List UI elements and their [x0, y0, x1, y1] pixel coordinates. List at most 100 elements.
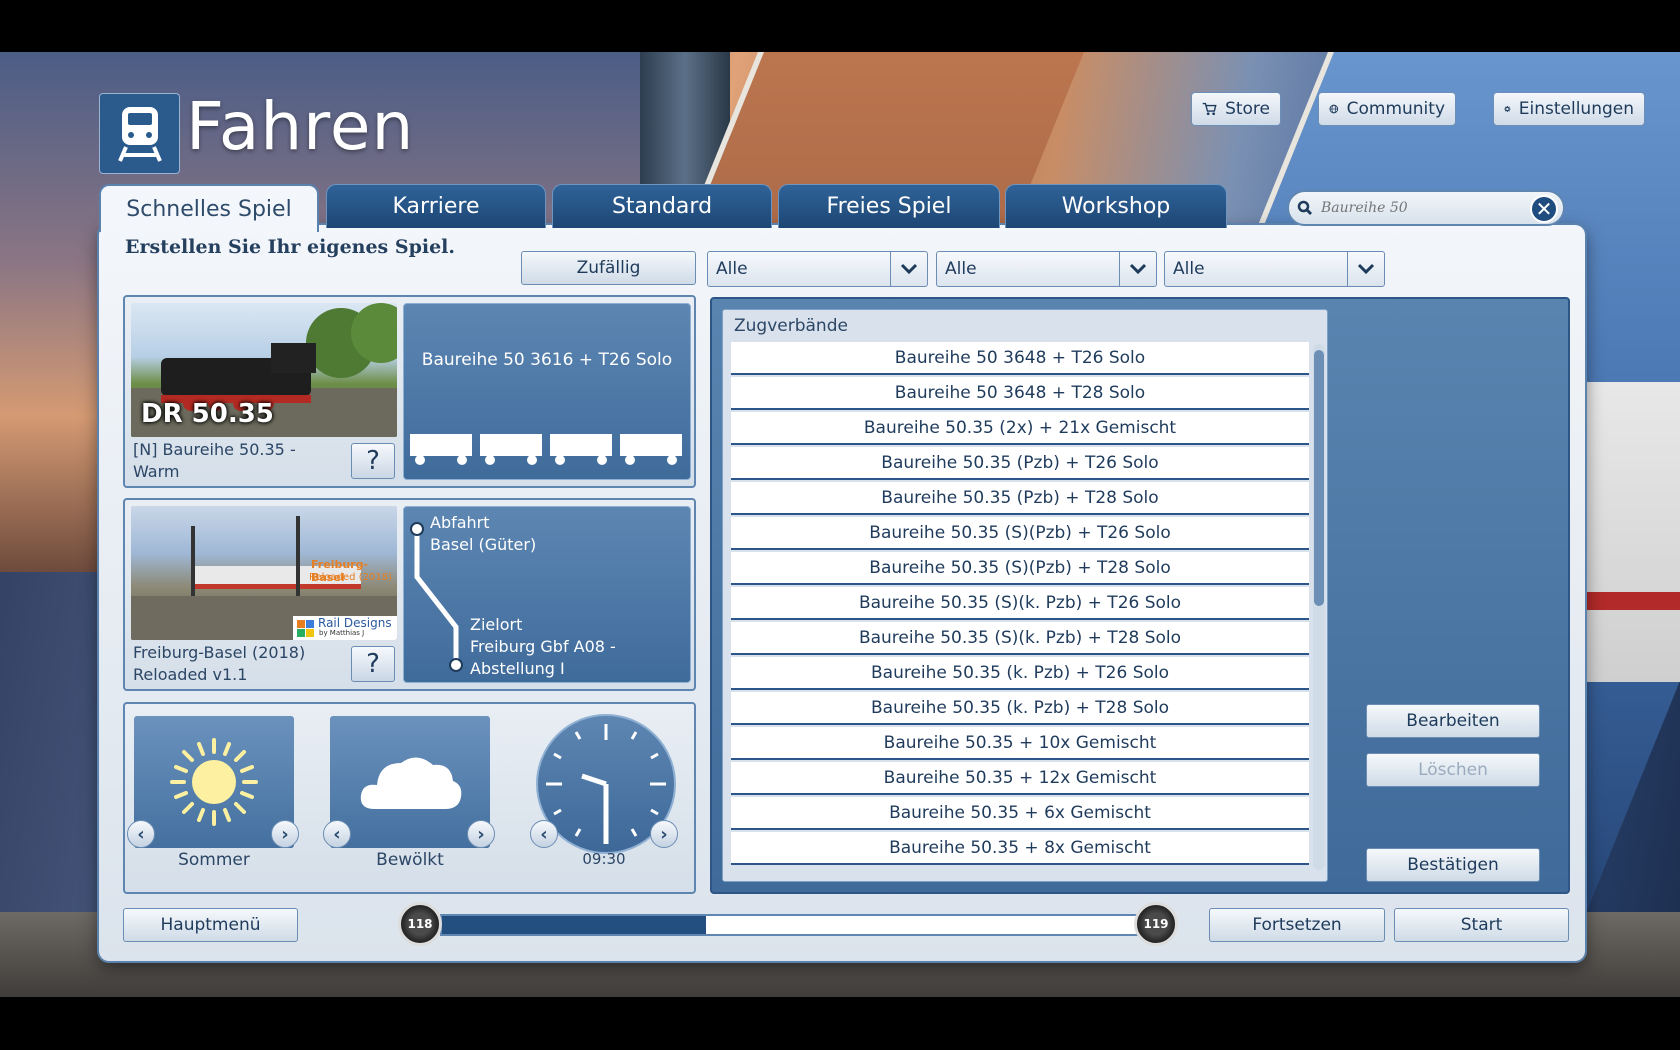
consist-list-item[interactable]: Baureihe 50.35 (S)(k. Pzb) + T28 Solo — [731, 622, 1309, 655]
tab-quick-game[interactable]: Schnelles Spiel — [99, 184, 319, 232]
store-label: Store — [1225, 99, 1270, 119]
level-progress-fill — [442, 916, 707, 934]
season-label: Sommer — [178, 850, 250, 870]
scrollbar-thumb[interactable] — [1314, 350, 1324, 606]
locomotive-card: DR 50.35 [N] Baureihe 50.35 - Warm ? Bau… — [123, 295, 696, 488]
time-next-button[interactable]: › — [650, 820, 678, 848]
start-button[interactable]: Start — [1394, 908, 1569, 942]
weather-label: Bewölkt — [376, 850, 444, 870]
edit-button[interactable]: Bearbeiten — [1366, 704, 1540, 738]
consist-list-item[interactable]: Baureihe 50.35 (S)(Pzb) + T26 Solo — [731, 517, 1309, 550]
filter-select-3[interactable]: Alle — [1164, 251, 1385, 287]
locomotive-thumbnail[interactable]: DR 50.35 — [131, 303, 397, 437]
consist-list-item[interactable]: Baureihe 50 3648 + T28 Solo — [731, 377, 1309, 410]
time-label: 09:30 — [582, 850, 626, 868]
page-title: Fahren — [186, 88, 415, 165]
route-label: Freiburg-Basel (2018) Reloaded v1.1 — [133, 642, 305, 686]
consist-list-item[interactable]: Baureihe 50.35 (S)(k. Pzb) + T26 Solo — [731, 587, 1309, 620]
tab-career[interactable]: Karriere — [326, 184, 546, 228]
tab-standard[interactable]: Standard — [552, 184, 772, 228]
consist-list-item[interactable]: Baureihe 50.35 (Pzb) + T28 Solo — [731, 482, 1309, 515]
consist-preview-label: Baureihe 50 3616 + T26 Solo — [421, 350, 673, 370]
clear-search-icon[interactable]: ✕ — [1530, 195, 1558, 223]
consist-list-item[interactable]: Baureihe 50.35 (k. Pzb) + T26 Solo — [731, 657, 1309, 690]
environment-card: ‹ › Sommer ‹ › Bewölkt ‹ › 09:30 — [123, 702, 696, 894]
weather-prev-button[interactable]: ‹ — [323, 820, 351, 848]
chevron-down-icon — [890, 252, 927, 286]
sun-icon — [170, 738, 258, 826]
locomotive-label-line1: [N] Baureihe 50.35 - — [133, 440, 296, 459]
consist-area: Zugverbände Baureihe 50 3648 + T26 Solo B… — [710, 297, 1570, 894]
weather-next-button[interactable]: › — [467, 820, 495, 848]
season-next-button[interactable]: › — [271, 820, 299, 848]
route-label-line1: Freiburg-Basel (2018) — [133, 643, 306, 662]
globe-icon — [1329, 104, 1339, 114]
route-help-button[interactable]: ? — [351, 646, 395, 682]
rail-designs-brand: Rail Designs — [318, 616, 392, 630]
route-path-preview: Abfahrt Basel (Güter) Zielort Freiburg G… — [403, 506, 691, 683]
filter-select-1[interactable]: Alle — [707, 251, 928, 287]
delete-button[interactable]: Löschen — [1366, 753, 1540, 787]
time-prev-button[interactable]: ‹ — [530, 820, 558, 848]
route-line-icon — [410, 522, 463, 672]
consist-list-box: Zugverbände Baureihe 50 3648 + T26 Solo B… — [722, 309, 1328, 882]
settings-button[interactable]: Einstellungen — [1493, 92, 1645, 126]
community-label: Community — [1346, 99, 1445, 119]
consist-list-item[interactable]: Baureihe 50.35 + 10x Gemischt — [731, 727, 1309, 760]
community-button[interactable]: Community — [1318, 92, 1456, 126]
consist-preview: Baureihe 50 3616 + T26 Solo — [403, 303, 691, 480]
main-menu-button[interactable]: Hauptmenü — [123, 908, 298, 942]
destination-place-line1: Freiburg Gbf A08 - — [470, 637, 616, 656]
locomotive-help-button[interactable]: ? — [351, 443, 395, 479]
rail-designs-sub: by Matthias J — [319, 629, 365, 637]
consist-list: Baureihe 50 3648 + T26 Solo Baureihe 50 3… — [731, 342, 1309, 872]
destination-label: Zielort — [470, 615, 523, 634]
wagons-icon — [410, 434, 682, 465]
search-box: ✕ — [1287, 190, 1565, 226]
continue-button[interactable]: Fortsetzen — [1209, 908, 1385, 942]
store-button[interactable]: Store — [1191, 92, 1281, 126]
consist-list-item[interactable]: Baureihe 50.35 (2x) + 21x Gemischt — [731, 412, 1309, 445]
filter-select-3-value: Alle — [1173, 259, 1205, 279]
consist-list-title: Zugverbände — [734, 316, 848, 336]
level-next-badge: 119 — [1134, 902, 1178, 946]
level-progress-bar — [440, 914, 1158, 936]
filter-select-2[interactable]: Alle — [936, 251, 1157, 287]
route-thumbnail[interactable]: Freiburg-Basel Reloaded (2018) Rail Desi… — [131, 506, 397, 640]
season-tile[interactable] — [134, 716, 294, 848]
route-card: Freiburg-Basel Reloaded (2018) Rail Desi… — [123, 498, 696, 691]
consist-list-item[interactable]: Baureihe 50.35 + 8x Gemischt — [731, 832, 1309, 865]
rail-designs-logo: Rail Designs by Matthias J — [293, 616, 397, 640]
consist-scrollbar[interactable] — [1313, 344, 1325, 870]
consist-list-item[interactable]: Baureihe 50.35 + 12x Gemischt — [731, 762, 1309, 795]
weather-tile[interactable] — [330, 716, 490, 848]
locomotive-label-line2: Warm — [133, 462, 180, 481]
search-input[interactable] — [1319, 199, 1523, 217]
destination-place-line2: Abstellung I — [470, 659, 565, 678]
level-current-badge: 118 — [398, 902, 442, 946]
random-button[interactable]: Zufällig — [521, 251, 696, 285]
consist-list-item[interactable]: Baureihe 50.35 (Pzb) + T26 Solo — [731, 447, 1309, 480]
search-icon — [1297, 200, 1313, 216]
route-thumbnail-overlay-sub: Reloaded (2018) — [309, 572, 392, 583]
consist-list-item[interactable]: Baureihe 50.35 (k. Pzb) + T28 Solo — [731, 692, 1309, 725]
tab-workshop[interactable]: Workshop — [1005, 184, 1227, 228]
locomotive-thumbnail-caption: DR 50.35 — [141, 399, 274, 429]
gear-icon — [1504, 105, 1511, 113]
consist-list-item[interactable]: Baureihe 50 3648 + T26 Solo — [731, 342, 1309, 375]
consist-list-item[interactable]: Baureihe 50.35 (S)(Pzb) + T28 Solo — [731, 552, 1309, 585]
tab-free-play[interactable]: Freies Spiel — [778, 184, 1000, 228]
train-logo-icon — [99, 93, 180, 174]
season-prev-button[interactable]: ‹ — [127, 820, 155, 848]
cloud-icon — [360, 757, 462, 809]
chevron-down-icon — [1119, 252, 1156, 286]
confirm-button[interactable]: Bestätigen — [1366, 848, 1540, 882]
filter-select-1-value: Alle — [716, 259, 748, 279]
consist-list-item[interactable]: Baureihe 50.35 + 6x Gemischt — [731, 797, 1309, 830]
filter-select-2-value: Alle — [945, 259, 977, 279]
page-subtitle: Erstellen Sie Ihr eigenes Spiel. — [125, 236, 456, 258]
cart-icon — [1202, 102, 1217, 116]
chevron-down-icon — [1347, 252, 1384, 286]
settings-label: Einstellungen — [1518, 99, 1634, 119]
departure-place: Basel (Güter) — [430, 535, 537, 554]
